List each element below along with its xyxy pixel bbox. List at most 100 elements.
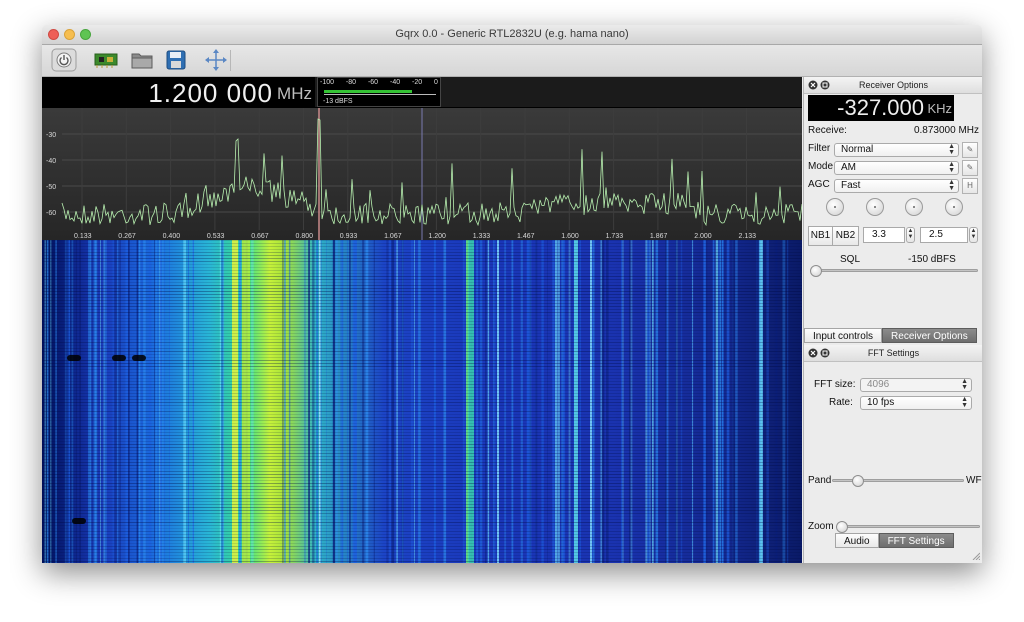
meter-tick-label: -100: [320, 79, 335, 86]
nb2-threshold-input[interactable]: 2.5: [920, 227, 968, 243]
power-button[interactable]: [50, 47, 78, 73]
mode-tool-button[interactable]: ✎: [962, 160, 978, 176]
filter-tool-button[interactable]: ✎: [962, 142, 978, 158]
waterfall-scanline: [42, 246, 802, 247]
resize-grip-icon[interactable]: [972, 552, 980, 560]
frequency-bar: 1.200 000 MHz -100 -80 -60 -40 -20 0 -13 dBFS: [42, 77, 802, 109]
waterfall-scanline: [42, 291, 802, 292]
waterfall-scanline: [42, 507, 802, 508]
agc-gain-knob[interactable]: [945, 198, 963, 216]
agc-select[interactable]: Fast ▲ ▼: [834, 179, 959, 193]
spectrum-x-tick-label: 0.267: [118, 233, 136, 240]
tab-receiver-options[interactable]: Receiver Options: [882, 328, 977, 343]
nb2-button[interactable]: NB2: [832, 226, 859, 246]
waterfall-dark-spot: [72, 518, 86, 524]
spectrum-trace: [61, 118, 802, 227]
fft-size-value: 4096: [867, 379, 890, 390]
waterfall-scanline: [42, 243, 802, 244]
waterfall-scanline: [42, 483, 802, 484]
waterfall-scanline: [42, 528, 802, 529]
save-button[interactable]: [162, 47, 190, 73]
waterfall-scanline: [42, 555, 802, 556]
nb2-threshold-stepper[interactable]: ▲ ▼: [969, 227, 978, 243]
rate-select[interactable]: 10 fps ▲ ▼: [860, 396, 972, 410]
spectrum-x-tick-label: 1.467: [517, 233, 535, 240]
spectrum-x-tick-label: 1.867: [650, 233, 668, 240]
spectrum-y-tick-label: -40: [46, 158, 56, 165]
mode-select[interactable]: AM ▲ ▼: [834, 161, 959, 175]
waterfall-scanline: [42, 303, 802, 304]
offset-frequency-value[interactable]: -327.000: [837, 95, 924, 121]
tab-input-controls[interactable]: Input controls: [804, 328, 883, 343]
agc-hang-button[interactable]: H: [962, 178, 978, 194]
waterfall-scanline: [42, 513, 802, 514]
spectrum-plot[interactable]: -30 -40 -50 -60 0.133 0.267 0.400 0.533 0.667 0.8…: [42, 108, 802, 240]
waterfall-scanline: [42, 336, 802, 337]
waterfall-scanline: [42, 552, 802, 553]
waterfall-scanline: [42, 393, 802, 394]
waterfall-scanline: [42, 390, 802, 391]
side-panel: Receiver Options -327.000 KHz Receive: 0…: [803, 77, 982, 563]
offset-frequency-display[interactable]: -327.000 KHz: [808, 95, 954, 121]
frequency-display[interactable]: 1.200 000 MHz: [42, 77, 315, 109]
spectrum-x-tick-label: 2.133: [739, 233, 757, 240]
offset-frequency-unit: KHz: [927, 101, 952, 116]
waterfall-scanline: [42, 465, 802, 466]
spectrum-x-tick-label: 0.800: [296, 233, 314, 240]
waterfall-scanline: [42, 468, 802, 469]
waterfall-scanline: [42, 426, 802, 427]
spectrum-x-tick-label: 2.000: [694, 233, 712, 240]
receive-label: Receive:: [808, 125, 847, 136]
waterfall-scanline: [42, 342, 802, 343]
filter-select[interactable]: Normal ▲ ▼: [834, 143, 959, 157]
fft-size-select[interactable]: 4096 ▲ ▼: [860, 378, 972, 392]
waterfall-scanline: [42, 558, 802, 559]
waterfall-scanline: [42, 306, 802, 307]
waterfall-scanline: [42, 561, 802, 562]
sql-label: SQL: [840, 254, 861, 265]
spectrum-x-tick-label: 0.533: [207, 233, 225, 240]
floppy-disk-icon: [166, 50, 186, 70]
waterfall-scanline: [42, 276, 802, 277]
title-bar[interactable]: Gqrx 0.0 - Generic RTL2832U (e.g. hama n…: [42, 25, 982, 45]
agc-slope-knob[interactable]: [905, 198, 923, 216]
waterfall-scanline: [42, 294, 802, 295]
zoom-slider-handle[interactable]: [836, 521, 848, 533]
agc-decay-knob[interactable]: [866, 198, 884, 216]
waterfall-scanline: [42, 339, 802, 340]
upper-dock-tabs: Input controls Receiver Options: [804, 328, 977, 343]
input-device-button[interactable]: [92, 47, 120, 73]
squelch-slider-handle[interactable]: [810, 265, 822, 277]
tab-audio[interactable]: Audio: [835, 533, 879, 548]
waterfall-scanline: [42, 486, 802, 487]
squelch-slider-track[interactable]: [812, 269, 978, 272]
waterfall-scanline: [42, 522, 802, 523]
filter-label: Filter: [808, 143, 831, 154]
tab-fft-settings[interactable]: FFT Settings: [878, 533, 954, 548]
waterfall-scanline: [42, 414, 802, 415]
waterfall-scanline: [42, 546, 802, 547]
open-folder-button[interactable]: [128, 47, 156, 73]
agc-threshold-knob[interactable]: [826, 198, 844, 216]
waterfall-scanline: [42, 531, 802, 532]
fft-settings-title: FFT Settings: [867, 348, 920, 358]
waterfall-scanline: [42, 255, 802, 256]
nb1-threshold-stepper[interactable]: ▲ ▼: [906, 227, 915, 243]
waterfall-scanline: [42, 384, 802, 385]
mode-value: AM: [841, 162, 856, 173]
waterfall-display[interactable]: [42, 240, 802, 563]
pand-wf-slider-handle[interactable]: [852, 475, 864, 487]
frequency-value[interactable]: 1.200 000: [148, 78, 273, 109]
power-icon: [51, 48, 77, 72]
move-button[interactable]: [202, 47, 230, 73]
folder-icon: [131, 53, 153, 69]
zoom-slider-track[interactable]: [838, 525, 980, 528]
move-arrows-icon: [205, 49, 227, 71]
wrench-icon: ✎: [966, 163, 974, 172]
waterfall-scanline: [42, 411, 802, 412]
waterfall-scanline: [42, 450, 802, 451]
nb1-threshold-input[interactable]: 3.3: [863, 227, 905, 243]
nb1-button[interactable]: NB1: [808, 226, 833, 246]
waterfall-scanline: [42, 534, 802, 535]
toolbar: [42, 45, 982, 77]
